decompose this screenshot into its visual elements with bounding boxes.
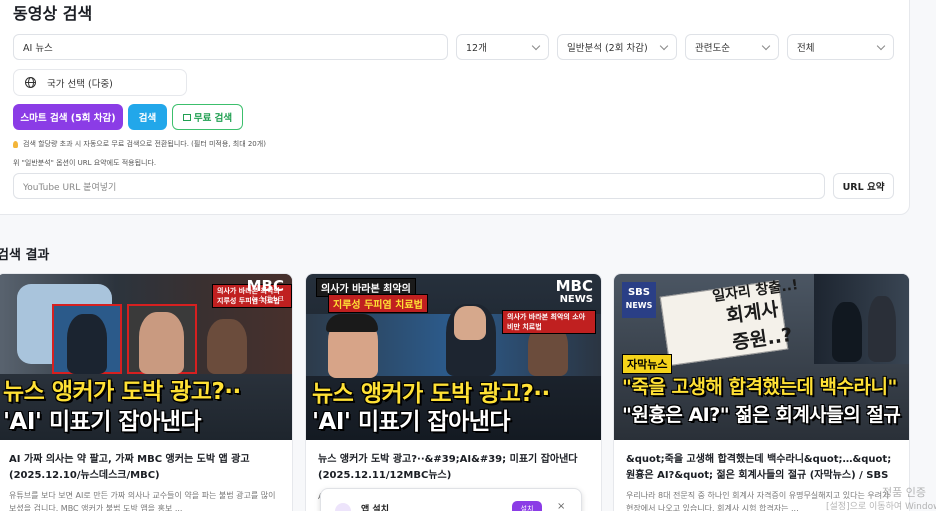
quota-hint-text: 검색 할당량 초과 시 자동으로 무료 검색으로 전환됩니다. (필터 미적용,… bbox=[23, 140, 266, 148]
thumb-headline-2: 'AI' 미표기 잡아낸다 bbox=[312, 409, 511, 435]
video-thumbnail[interactable]: SBS NEWS 일자리 창출..! 회계사 증원..? 자막뉴스 "죽을 고생해… bbox=[614, 274, 909, 440]
analysis-select[interactable]: 일반분석 (2회 차감) bbox=[557, 34, 677, 60]
activation-watermark-1: 정품 인증 bbox=[882, 486, 926, 499]
search-query: AI 뉴스 bbox=[23, 43, 53, 54]
thumb-banner-3: 의사가 바라본 최악의 소아비만 치료법 bbox=[502, 310, 596, 334]
video-title[interactable]: AI 가짜 의사는 약 팔고, 가짜 MBC 앵커는 도박 앱 광고 (2025… bbox=[9, 452, 280, 484]
country-select[interactable]: 국가 선택 (다중) bbox=[13, 69, 187, 96]
period-select[interactable]: 전체 bbox=[787, 34, 894, 60]
chevron-down-icon bbox=[876, 41, 886, 50]
youtube-url-placeholder: YouTube URL 붙여넣기 bbox=[23, 182, 117, 193]
thumb-tag: 자막뉴스 bbox=[622, 354, 673, 374]
free-icon bbox=[182, 113, 191, 121]
search-button[interactable]: 검색 bbox=[128, 104, 167, 130]
result-card[interactable]: 의사가 바라본 최악의 지루성 두피염 치료법 MBC 뉴스데스크 뉴스 앵커가 … bbox=[0, 273, 293, 511]
install-app-label: 앱 설치 bbox=[361, 505, 389, 511]
app-icon bbox=[335, 503, 351, 511]
country-label: 국가 선택 (다중) bbox=[47, 78, 113, 90]
install-app-popup[interactable]: 앱 설치 설치 × bbox=[320, 488, 582, 511]
chevron-down-icon bbox=[761, 41, 771, 50]
analysis-value: 일반분석 (2회 차감) bbox=[567, 43, 648, 54]
thumb-banner-2: 지루성 두피염 치료법 bbox=[328, 294, 428, 313]
page-title: 동영상 검색 bbox=[13, 4, 93, 23]
chevron-down-icon bbox=[659, 41, 669, 50]
thumb-headline-2: 'AI' 미표기 잡아낸다 bbox=[3, 409, 202, 435]
close-icon[interactable]: × bbox=[557, 501, 565, 511]
video-description: 유튜브를 보다 보면 AI로 만든 가짜 의사나 교수들이 약을 파는 불법 광… bbox=[9, 491, 276, 511]
quota-hint: 검색 할당량 초과 시 자동으로 무료 검색으로 전환됩니다. (필터 미적용,… bbox=[13, 139, 266, 149]
video-thumbnail[interactable]: 의사가 바라본 최악의 지루성 두피염 치료법 MBC 뉴스데스크 뉴스 앵커가 … bbox=[0, 274, 292, 440]
sort-value: 관련도순 bbox=[695, 43, 730, 54]
count-select[interactable]: 12개 bbox=[456, 34, 549, 60]
video-title[interactable]: 뉴스 앵커가 도박 광고?··&#39;AI&#39; 미표기 잡아낸다 (20… bbox=[318, 452, 589, 484]
video-title[interactable]: &quot;죽을 고생해 합격했는데 백수라니&quot;…&quot; 원흉은… bbox=[626, 452, 897, 484]
video-thumbnail[interactable]: 의사가 바라본 최악의 지루성 두피염 치료법 의사가 바라본 최악의 소아비만… bbox=[306, 274, 601, 440]
sbs-logo: SBS NEWS bbox=[622, 282, 656, 318]
thumb-headline-1: "죽을 고생해 합격했는데 백수라니" bbox=[622, 376, 897, 398]
free-search-label: 무료 검색 bbox=[193, 113, 233, 124]
sort-select[interactable]: 관련도순 bbox=[685, 34, 779, 60]
mbc-logo: MBC NEWS bbox=[555, 277, 593, 306]
url-summary-button[interactable]: URL 요약 bbox=[833, 173, 894, 199]
free-search-button[interactable]: 무료 검색 bbox=[172, 104, 243, 130]
activation-watermark-2: [설정]으로 이동하여 Windows bbox=[826, 502, 936, 511]
result-card[interactable]: 의사가 바라본 최악의 지루성 두피염 치료법 의사가 바라본 최악의 소아비만… bbox=[305, 273, 602, 511]
result-card[interactable]: SBS NEWS 일자리 창출..! 회계사 증원..? 자막뉴스 "죽을 고생해… bbox=[613, 273, 910, 511]
globe-icon bbox=[25, 77, 36, 88]
count-value: 12개 bbox=[466, 43, 487, 54]
analysis-hint: 위 "일반분석" 옵션이 URL 요약에도 적용됩니다. bbox=[13, 159, 157, 167]
youtube-url-input[interactable]: YouTube URL 붙여넣기 bbox=[13, 173, 825, 199]
chevron-down-icon bbox=[531, 41, 541, 50]
lightbulb-icon bbox=[13, 140, 18, 148]
results-title: 검색 결과 bbox=[0, 248, 50, 263]
thumb-headline-1: 뉴스 앵커가 도박 광고?·· bbox=[3, 379, 241, 405]
period-value: 전체 bbox=[797, 43, 815, 54]
search-input[interactable]: AI 뉴스 bbox=[13, 34, 448, 60]
smart-search-button[interactable]: 스마트 검색 (5회 차감) bbox=[13, 104, 123, 130]
thumb-headline-2: "원흉은 AI?" 젊은 회계사들의 절규 bbox=[622, 404, 901, 426]
mbc-logo: MBC 뉴스데스크 bbox=[246, 277, 284, 304]
install-button[interactable]: 설치 bbox=[512, 501, 542, 511]
